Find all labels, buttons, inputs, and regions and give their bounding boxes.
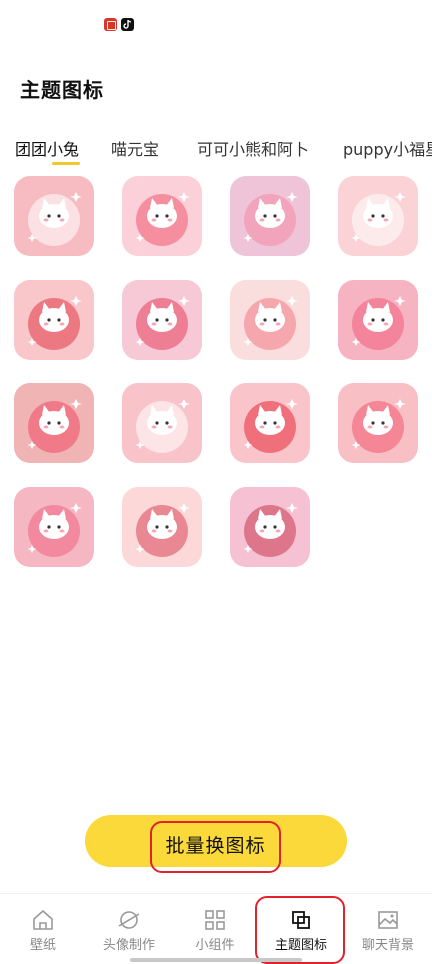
icon-cat-on-cloud[interactable] (122, 383, 202, 463)
icon-cat-with-cart[interactable] (14, 383, 94, 463)
nav-item-widgets[interactable]: 小组件 (172, 894, 258, 964)
status-bar (0, 0, 432, 40)
red-app-notification-icon (104, 18, 117, 31)
icon-cat-on-photo[interactable] (338, 383, 418, 463)
bottom-nav: 壁纸 头像制作 小组件 主题图标 聊天背景 (0, 893, 432, 964)
tab-miao-yuanbao[interactable]: 喵元宝 (111, 136, 159, 160)
page-title: 主题图标 (20, 78, 104, 102)
home-indicator (130, 958, 302, 962)
nav-label-widgets: 小组件 (195, 938, 235, 953)
tab-puppy[interactable]: puppy小福星 (343, 136, 432, 160)
nav-item-avatar[interactable]: 头像制作 (86, 894, 172, 964)
grid-icon (205, 910, 225, 930)
nav-label-chat-background: 聊天背景 (361, 938, 414, 953)
home-icon (33, 910, 53, 930)
icon-cat-on-block[interactable] (230, 176, 310, 256)
nav-item-wallpaper[interactable]: 壁纸 (0, 894, 86, 964)
active-tab-indicator (52, 162, 80, 165)
tab-keke-bear[interactable]: 可可小熊和阿卜 (197, 136, 309, 160)
planet-icon (118, 911, 140, 929)
icon-cat-with-book[interactable] (122, 487, 202, 567)
nav-label-avatar: 头像制作 (102, 938, 155, 953)
batch-change-icons-label[interactable]: 批量换图标 (150, 821, 281, 873)
icon-cat-in-open-box[interactable] (338, 176, 418, 256)
icon-cat-in-box[interactable] (14, 176, 94, 256)
icon-cat-in-bowl[interactable] (14, 280, 94, 360)
theme-icons-highlight-box (255, 896, 345, 964)
icon-cat-with-music[interactable] (230, 487, 310, 567)
image-icon (378, 911, 398, 929)
category-tabs: 团团小兔 喵元宝 可可小熊和阿卜 puppy小福星 (0, 136, 432, 166)
nav-item-chat-background[interactable]: 聊天背景 (345, 894, 431, 964)
icon-cat-on-heart[interactable] (122, 176, 202, 256)
icon-cats-on-gears[interactable] (338, 280, 418, 360)
tab-tuantuan-rabbit[interactable]: 团团小兔 (15, 136, 79, 160)
icon-cat-with-camera[interactable] (14, 487, 94, 567)
icon-cat-with-clock[interactable] (122, 280, 202, 360)
nav-label-wallpaper: 壁纸 (29, 938, 56, 953)
icon-cat-on-card[interactable] (230, 280, 310, 360)
tiktok-notification-icon (121, 18, 134, 31)
icon-cat-heart-glow[interactable] (230, 383, 310, 463)
